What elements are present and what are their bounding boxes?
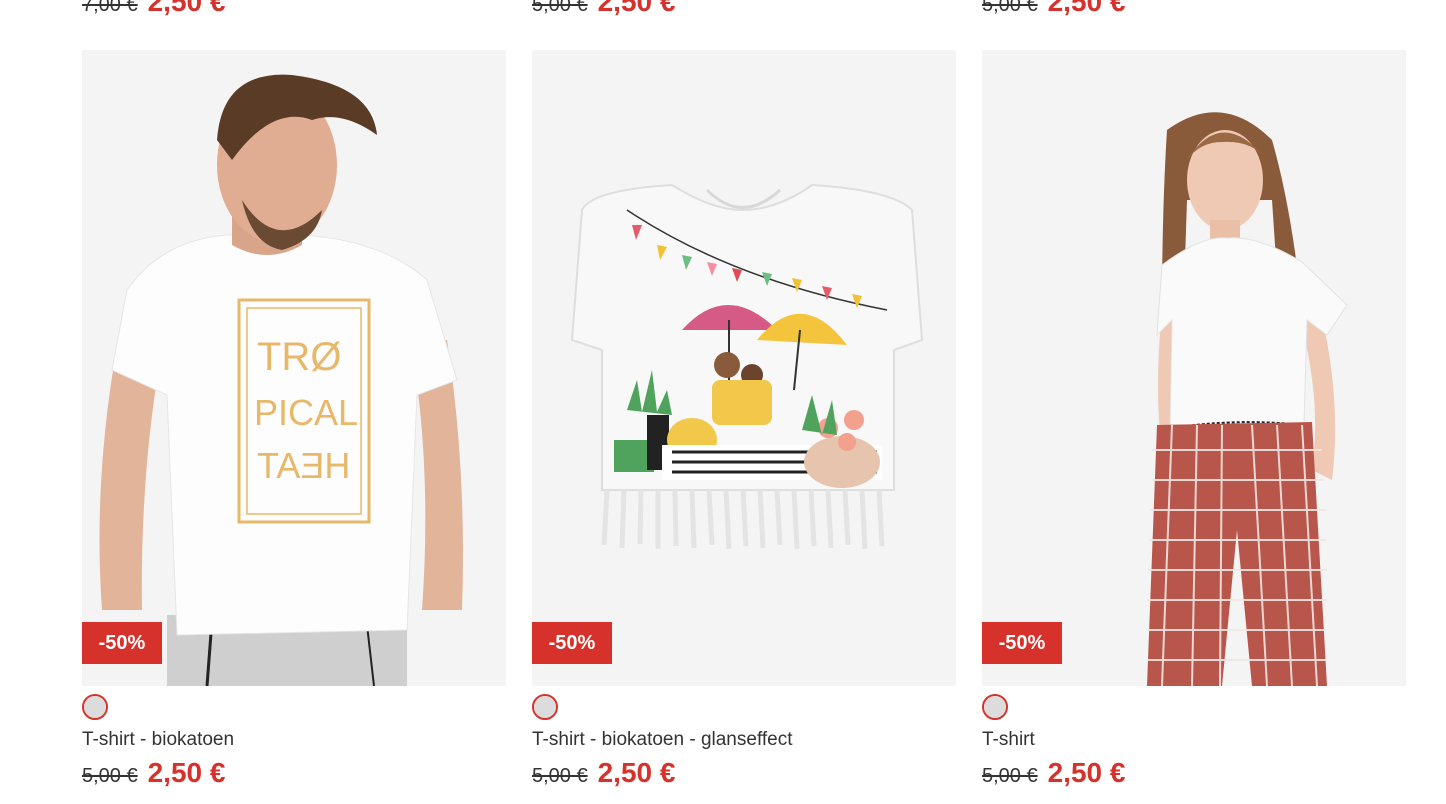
color-swatch[interactable]: [982, 694, 1008, 720]
print-line-3: TAƎH: [257, 445, 350, 486]
old-price: 5,00 €: [982, 765, 1038, 787]
new-price: 2,50 €: [147, 757, 226, 788]
product-image[interactable]: -50%: [532, 50, 956, 686]
product-name[interactable]: T-shirt - biokatoen: [82, 729, 506, 751]
new-price: 2,50 €: [597, 0, 676, 17]
product-card[interactable]: -50% T-shirt - biokatoen - glanseffect 5…: [532, 50, 956, 789]
old-price: 5,00 €: [532, 0, 588, 16]
new-price: 2,50 €: [147, 0, 226, 17]
discount-badge: -50%: [532, 622, 612, 664]
color-swatch[interactable]: [532, 694, 558, 720]
new-price: 2,50 €: [597, 757, 676, 788]
price-row: 5,00 € 2,50 €: [82, 757, 506, 789]
product-image[interactable]: -50%: [982, 50, 1406, 686]
product-card[interactable]: -50% T-shirt 5,00 € 2,50 €: [982, 50, 1406, 789]
discount-badge: -50%: [82, 622, 162, 664]
print-line-2: PICAL: [254, 392, 358, 433]
new-price: 2,50 €: [1047, 0, 1126, 17]
new-price: 2,50 €: [1047, 757, 1126, 788]
color-swatch[interactable]: [82, 694, 108, 720]
product-name[interactable]: T-shirt: [982, 729, 1406, 751]
old-price: 7,00 €: [82, 0, 138, 16]
old-price: 5,00 €: [982, 0, 1038, 16]
product-name[interactable]: T-shirt - biokatoen - glanseffect: [532, 729, 956, 751]
price-row: 5,00 € 2,50 €: [982, 757, 1406, 789]
discount-badge: -50%: [982, 622, 1062, 664]
price-row-prev-1: 7,00 € 2,50 €: [82, 0, 225, 18]
price-row: 5,00 € 2,50 €: [532, 757, 956, 789]
old-price: 5,00 €: [532, 765, 588, 787]
product-image[interactable]: TRØ PICAL TAƎH -50%: [82, 50, 506, 686]
old-price: 5,00 €: [82, 765, 138, 787]
product-card[interactable]: TRØ PICAL TAƎH -50% T-shirt - biokatoen …: [82, 50, 506, 789]
price-row-prev-3: 5,00 € 2,50 €: [982, 0, 1125, 18]
price-row-prev-2: 5,00 € 2,50 €: [532, 0, 675, 18]
print-line-1: TRØ: [257, 335, 341, 379]
